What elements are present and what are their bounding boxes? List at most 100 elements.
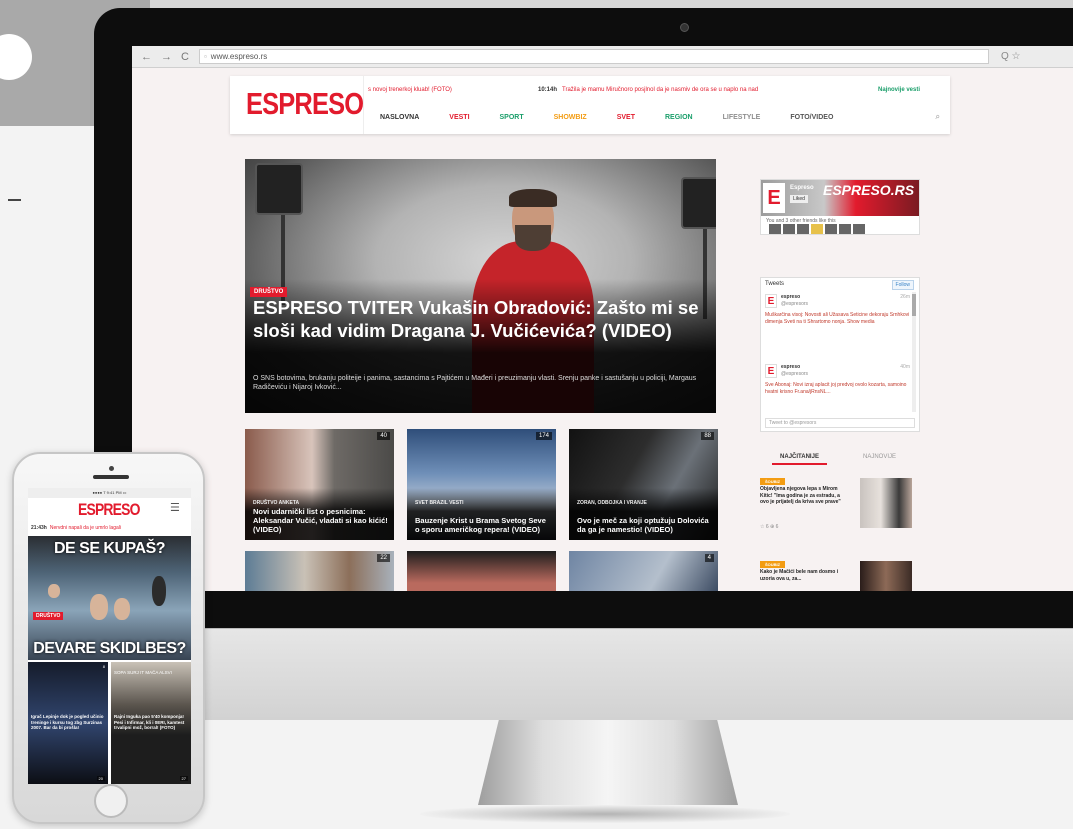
mobile-ticker-time: 21:43h: [31, 525, 47, 531]
item-thumbnail[interactable]: [860, 561, 912, 591]
tweet-user[interactable]: espreso: [781, 294, 800, 301]
mobile-hero-caption-top: DE SE KUPAŠ?: [53, 540, 166, 557]
ticker-time: 10:14h: [538, 87, 558, 93]
person-beard: [515, 225, 551, 251]
tweet[interactable]: E espreso @espresors 26m Muškarčina viso…: [765, 294, 910, 356]
photo-count-badge: 8: [102, 664, 105, 669]
cover-watermark: ESPRESO.RS: [823, 182, 915, 198]
mobile-hero-tag[interactable]: DRUŠTVO: [33, 612, 64, 620]
home-button[interactable]: [94, 784, 128, 818]
person-hair: [509, 189, 557, 207]
mobile-hero-article[interactable]: DE SE KUPAŠ? DRUŠTVO DEVARE SKIDLBES?: [28, 536, 191, 660]
nav-item[interactable]: VESTI: [449, 114, 469, 121]
article-card[interactable]: 88 ZORAN, ODBOJKA I VRANJE Ovo je meč za…: [569, 429, 718, 540]
studio-lamp: [255, 163, 303, 215]
item-title[interactable]: Kako je Mačići bele nam dosmo i uzoria o…: [760, 569, 844, 582]
latest-news-link[interactable]: Najnovije vesti: [878, 84, 920, 96]
hero-title[interactable]: ESPRESO TVITER Vukašin Obradović: Zašto …: [253, 297, 716, 342]
logo-area[interactable]: ESPRESO: [230, 76, 364, 134]
hamburger-menu-icon[interactable]: ☰: [170, 501, 180, 514]
mobile-hero-caption-bottom: DEVARE SKIDLBES?: [33, 640, 186, 657]
scrollbar-thumb[interactable]: [912, 294, 916, 316]
article-card[interactable]: 174 SVET BRAZIL VESTI Bauzenje Krist u B…: [407, 429, 556, 540]
main-nav: NASLOVNA VESTI SPORT SHOWBIZ SVET REGION LIFES…: [380, 109, 950, 125]
card-title[interactable]: Bauzenje Krist u Brama Svetog Seve o spo…: [415, 516, 550, 534]
tweet-text: Sve Abonaj: Novi izraj aplacit joj predv…: [765, 382, 907, 395]
article-card[interactable]: 40 DRUŠTVO ANKETA Novi udarnički list o …: [245, 429, 394, 540]
article-card[interactable]: [407, 551, 556, 591]
mobile-ticker-text[interactable]: Nervdni napali da je umrlo lagali: [50, 525, 121, 531]
ticker-headline[interactable]: Tražila je mamu Miručnoro posjlnol da je…: [562, 84, 758, 96]
item-title[interactable]: Objavljena njegova lepa s Mirom Kitic! "…: [760, 486, 844, 506]
photo-count-badge: 40: [377, 432, 390, 440]
hero-article[interactable]: DRUŠTVO ESPRESO TVITER Vukašin Obradović…: [245, 159, 716, 413]
site-logo[interactable]: ESPRESO: [246, 86, 364, 122]
reload-icon[interactable]: C: [181, 46, 189, 68]
phone-speaker: [93, 475, 129, 479]
tweet-avatar: E: [765, 364, 777, 378]
hero-description: O SNS botovima, brukanju politeije i pan…: [253, 375, 697, 391]
phone-screen: ●●●● T 9:41 PM ▭ ESPRESO ☰ 21:43h Nervdni…: [28, 488, 191, 784]
address-bar[interactable]: ▫ www.espreso.rs: [198, 49, 989, 64]
hero-category-tag[interactable]: DRUŠTVO: [250, 287, 288, 297]
nav-item[interactable]: NASLOVNA: [380, 114, 419, 121]
tweet-user[interactable]: espreso: [781, 364, 800, 371]
tweet-input[interactable]: Tweet to @espresors: [765, 418, 915, 428]
imac-camera: [680, 23, 689, 32]
phone-camera: [109, 466, 114, 471]
search-icon[interactable]: ⌕: [936, 112, 940, 122]
friend-avatar[interactable]: [825, 224, 837, 234]
mobile-article-card[interactable]: SOPA SURJ IT MAČA ALSVI Rajni Inguka pao…: [111, 662, 191, 784]
tab-latest[interactable]: NAJNOVIJE: [852, 451, 907, 465]
follow-button[interactable]: Follow: [891, 280, 914, 290]
article-card[interactable]: 4: [569, 551, 718, 591]
mobile-article-card[interactable]: 8 Igrač Lepinje dok je pogled učinio tre…: [28, 662, 108, 784]
mobile-card-title[interactable]: Igrač Lepinje dok je pogled učinio treni…: [31, 714, 106, 731]
friend-avatar[interactable]: [797, 224, 809, 234]
imac-stand: [478, 720, 738, 805]
nav-item[interactable]: LIFESTYLE: [723, 114, 761, 121]
tweet-time: 40m: [900, 364, 910, 370]
card-category: SVET BRAZIL VESTI: [415, 500, 464, 506]
site-header: ESPRESO s novoj trenerkoj kluab! (FOTO) …: [230, 76, 950, 134]
phone-status-bar: ●●●● T 9:41 PM ▭: [28, 488, 191, 498]
friend-avatar[interactable]: [839, 224, 851, 234]
bookmark-star-icon[interactable]: Q ☆: [1001, 51, 1021, 62]
nav-item[interactable]: REGION: [665, 114, 693, 121]
back-icon[interactable]: ←: [141, 46, 152, 68]
nav-item[interactable]: FOTO/VIDEO: [790, 114, 833, 121]
friend-avatar[interactable]: [783, 224, 795, 234]
facebook-cover: E Espreso Liked ESPRESO.RS: [761, 180, 919, 216]
ticker-headline-left[interactable]: s novoj trenerkoj kluab! (FOTO): [368, 84, 452, 96]
facebook-page-name[interactable]: Espreso: [790, 185, 814, 191]
backdrop-dash: [8, 199, 21, 201]
mobile-card-title[interactable]: Rajni Inguka pao 5'40 komponja! Pesi i I…: [114, 714, 189, 731]
forward-icon[interactable]: →: [161, 46, 172, 68]
like-button[interactable]: Liked: [790, 195, 808, 203]
friend-avatar[interactable]: [811, 224, 823, 234]
nav-item[interactable]: SVET: [617, 114, 635, 121]
item-category-tag: ŠOUBIZ: [760, 561, 786, 568]
swimmer-figure: [90, 594, 108, 620]
friend-avatar[interactable]: [853, 224, 865, 234]
mobile-ticker[interactable]: 21:43h Nervdni napali da je umrlo lagali: [31, 525, 188, 531]
tab-most-read[interactable]: NAJČITANIJE: [772, 451, 827, 465]
article-card[interactable]: 22: [245, 551, 394, 591]
item-thumbnail[interactable]: [860, 478, 912, 528]
tweet-handle: @espresors: [781, 371, 809, 377]
photo-count-badge: 4: [704, 554, 714, 562]
card-title[interactable]: Ovo je meč za koji optužuju Dolovića da …: [577, 516, 712, 534]
friend-avatar[interactable]: [769, 224, 781, 234]
swimmer-figure: [152, 576, 166, 606]
tweet-scrollbar[interactable]: [912, 292, 916, 412]
photo-count-badge: 88: [701, 432, 714, 440]
tweet-text: Muškarčina visoj: Novosti ali Užasava Se…: [765, 312, 910, 325]
mobile-site-logo[interactable]: ESPRESO: [78, 500, 140, 520]
nav-item[interactable]: SHOWBIZ: [554, 114, 587, 121]
news-ticker: s novoj trenerkoj kluab! (FOTO) 10:14h T…: [368, 84, 950, 96]
nav-item[interactable]: SPORT: [500, 114, 524, 121]
card-title[interactable]: Novi udarnički list o pesnicima: Aleksan…: [253, 507, 388, 534]
tweet[interactable]: E espreso @espresors 40m Sve Abonaj: Nov…: [765, 364, 910, 414]
page-icon: ▫: [203, 52, 207, 61]
page-avatar[interactable]: E: [763, 183, 785, 213]
